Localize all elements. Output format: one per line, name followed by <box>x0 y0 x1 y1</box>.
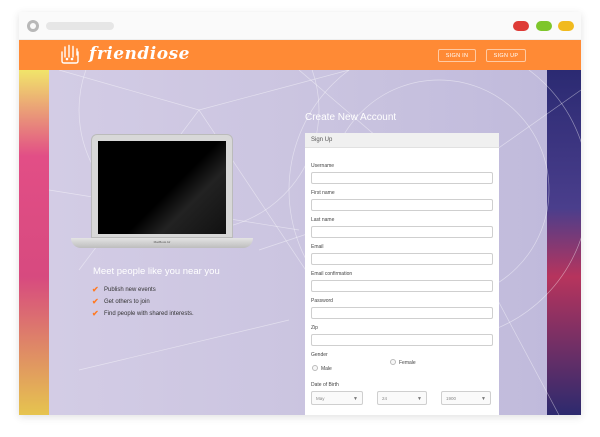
check-icon: ✔ <box>92 297 99 306</box>
feature-label: Publish new events <box>104 286 156 293</box>
last-name-label: Last name <box>311 217 335 223</box>
feature-label: Get others to join <box>104 298 150 305</box>
username-input[interactable] <box>311 172 493 184</box>
gender-male-radio[interactable] <box>312 365 318 371</box>
caret-down-icon: ▼ <box>353 396 358 402</box>
hero-headline: Meet people like you near you <box>93 266 220 277</box>
feature-item: ✔ Publish new events <box>92 285 156 294</box>
password-label: Password <box>311 298 333 304</box>
username-label: Username <box>311 163 335 169</box>
hand-logo-icon <box>61 44 79 64</box>
browser-window: friendiose SIGN IN SIGN UP MacBook Air M… <box>19 12 581 415</box>
email-label: Email <box>311 244 324 250</box>
gender-male-label: Male <box>321 366 332 372</box>
feature-item: ✔ Get others to join <box>92 297 150 306</box>
minimize-window-button[interactable] <box>558 21 574 31</box>
check-icon: ✔ <box>92 285 99 294</box>
maximize-window-button[interactable] <box>536 21 552 31</box>
feature-label: Find people with shared interests. <box>104 310 194 317</box>
laptop-screen <box>91 134 233 238</box>
top-navbar: friendiose SIGN IN SIGN UP <box>19 40 581 70</box>
gender-female-radio[interactable] <box>390 359 396 365</box>
last-name-input[interactable] <box>311 226 493 238</box>
email-input[interactable] <box>311 253 493 265</box>
password-input[interactable] <box>311 307 493 319</box>
zip-input[interactable] <box>311 334 493 346</box>
dob-day-value: 24 <box>382 396 388 401</box>
dob-year-value: 1900 <box>446 396 457 401</box>
form-title: Create New Account <box>305 112 397 123</box>
page-viewport: friendiose SIGN IN SIGN UP MacBook Air M… <box>19 40 581 415</box>
form-card-header: Sign Up <box>305 133 499 148</box>
sign-up-button[interactable]: SIGN UP <box>486 49 526 62</box>
gender-female-label: Female <box>399 360 416 366</box>
caret-down-icon: ▼ <box>481 396 486 402</box>
first-name-input[interactable] <box>311 199 493 211</box>
signup-form-card: Sign Up Username First name Last name Em… <box>305 133 499 415</box>
email-confirmation-input[interactable] <box>311 280 493 292</box>
sign-in-button[interactable]: SIGN IN <box>438 49 476 62</box>
browser-chrome <box>19 12 581 40</box>
dob-month-select[interactable]: May ▼ <box>311 391 363 405</box>
laptop-label: MacBook Air <box>153 240 171 244</box>
email-confirmation-label: Email confirmation <box>311 271 353 277</box>
close-window-button[interactable] <box>513 21 529 31</box>
gender-label: Gender <box>311 352 328 358</box>
gear-icon[interactable] <box>27 20 39 32</box>
dob-day-select[interactable]: 24 ▼ <box>377 391 427 405</box>
address-bar[interactable] <box>46 22 114 30</box>
first-name-label: First name <box>311 190 335 196</box>
dob-year-select[interactable]: 1900 ▼ <box>441 391 491 405</box>
brand-logo-text[interactable]: friendiose <box>89 44 190 64</box>
zip-label: Zip <box>311 325 318 331</box>
laptop-display <box>98 141 226 234</box>
check-icon: ✔ <box>92 309 99 318</box>
dob-month-value: May <box>316 396 325 401</box>
caret-down-icon: ▼ <box>417 396 422 402</box>
feature-item: ✔ Find people with shared interests. <box>92 309 194 318</box>
dob-label: Date of Birth <box>311 382 339 388</box>
